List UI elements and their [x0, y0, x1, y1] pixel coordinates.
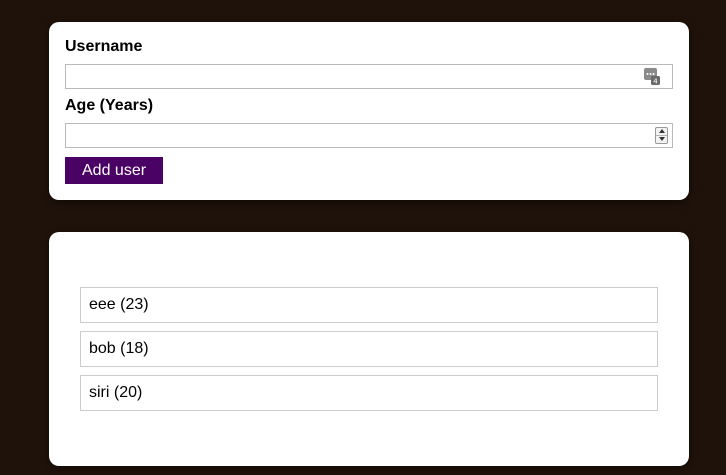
add-user-button[interactable]: Add user	[65, 157, 164, 184]
svg-text:4: 4	[653, 78, 658, 86]
username-input[interactable]	[66, 65, 672, 88]
age-label: Age (Years)	[65, 97, 154, 114]
user-list-item[interactable]: bob (18)	[80, 331, 658, 367]
user-list-item[interactable]: siri (20)	[80, 375, 658, 411]
spinner-down-button[interactable]	[656, 136, 667, 144]
age-field-wrapper	[65, 123, 673, 148]
users-list-card: eee (23) bob (18) siri (20)	[49, 232, 689, 466]
age-number-spinner[interactable]	[655, 127, 668, 144]
caret-up-icon	[658, 129, 665, 134]
username-label: Username	[65, 38, 143, 55]
add-user-form-card: Username 4 Age (Years) Add user	[49, 22, 689, 200]
spinner-up-button[interactable]	[656, 128, 667, 136]
username-field-wrapper: 4	[65, 64, 673, 89]
user-list-item[interactable]: eee (23)	[80, 287, 658, 323]
age-input[interactable]	[66, 124, 672, 147]
caret-down-icon	[658, 137, 665, 142]
password-manager-icon[interactable]: 4	[644, 68, 660, 86]
